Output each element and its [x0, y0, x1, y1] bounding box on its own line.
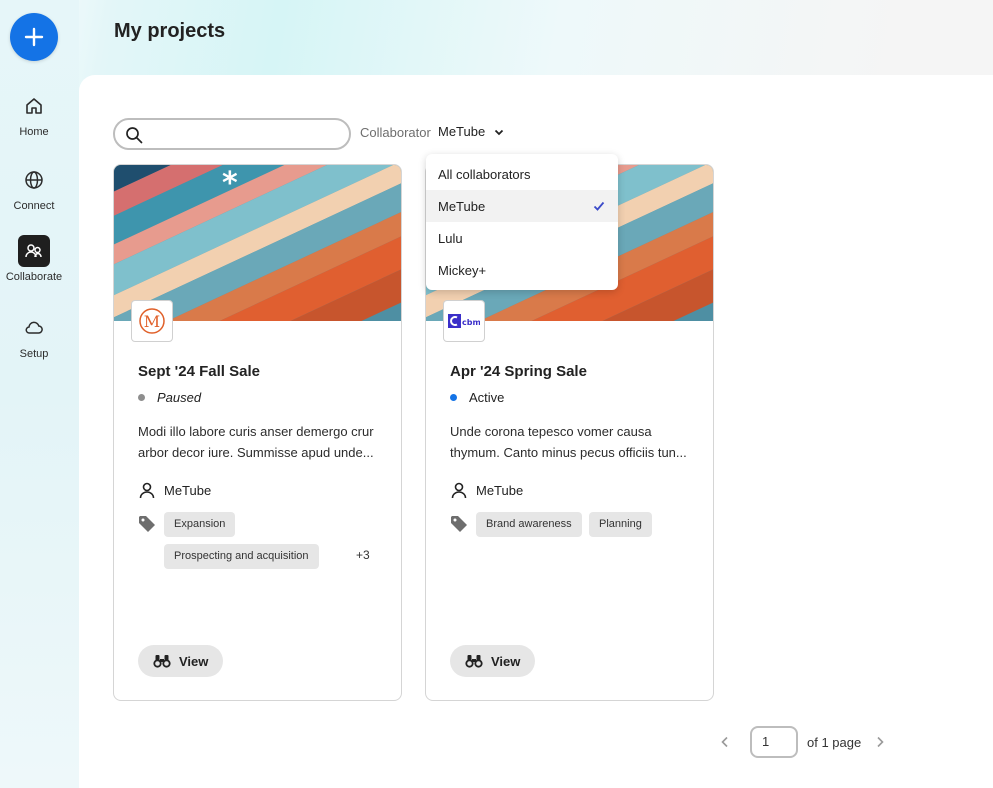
sidebar-item-label: Setup [19, 348, 49, 360]
card-cover-image: * [114, 165, 401, 321]
dropdown-option-all[interactable]: All collaborators [426, 158, 618, 190]
tag: Planning [589, 512, 652, 537]
card-description: Modi illo labore curis anser demergo cru… [138, 424, 374, 460]
sidebar-item-setup[interactable]: Setup [0, 312, 68, 360]
chevron-left-icon[interactable] [720, 736, 730, 748]
sidebar-item-home[interactable]: Home [0, 90, 68, 138]
dropdown-option-mickey[interactable]: Mickey+ [426, 254, 618, 286]
globe-icon [18, 164, 50, 196]
collaborator-label: Collaborator [360, 125, 431, 140]
plus-icon [24, 27, 44, 47]
search-input[interactable] [113, 118, 351, 150]
home-icon [18, 90, 50, 122]
view-label: View [179, 653, 209, 669]
brand-logo-text: cbm [462, 318, 480, 327]
brand-logo: M [131, 300, 173, 342]
brand-logo: cbm [443, 300, 485, 342]
pagination: 1 of 1 page [720, 726, 885, 758]
search-icon [126, 127, 143, 144]
sidebar: Home Connect Collaborate Setup [0, 0, 79, 788]
view-button[interactable]: View [138, 645, 224, 677]
sidebar-item-label: Home [19, 126, 49, 138]
status-text: Active [469, 390, 505, 405]
option-label: Mickey+ [438, 262, 487, 278]
sidebar-item-label: Collaborate [5, 271, 63, 283]
view-button[interactable]: View [450, 645, 536, 677]
option-label: MeTube [438, 198, 486, 214]
brand-logo-letter: M [144, 312, 160, 331]
chevron-down-icon [495, 129, 504, 135]
tag: Expansion [164, 512, 236, 537]
collaborator-dropdown-menu: All collaborators MeTube Lulu Mickey+ [426, 154, 618, 290]
tag-icon [139, 516, 155, 532]
dropdown-option-metube[interactable]: MeTube [426, 190, 618, 222]
sidebar-item-connect[interactable]: Connect [0, 164, 68, 212]
card-description: Unde corona tepesco vomer causa thymum. … [450, 424, 687, 460]
status-badge: Active [450, 390, 504, 405]
view-label: View [491, 653, 521, 669]
tag: Brand awareness [476, 512, 582, 537]
chevron-right-icon[interactable] [875, 736, 885, 748]
card-owner: MeTube [450, 481, 523, 499]
owner-name: MeTube [476, 482, 524, 498]
more-tags-count[interactable]: +3 [356, 548, 370, 562]
card-title: Sept '24 Fall Sale [138, 363, 260, 380]
page-total: of 1 page [807, 734, 862, 750]
status-badge: Paused [138, 390, 201, 405]
dropdown-option-lulu[interactable]: Lulu [426, 222, 618, 254]
owner-name: MeTube [164, 482, 212, 498]
project-card: * M Sept '24 Fall Sale Paused Modi illo … [113, 164, 402, 701]
sidebar-item-collaborate[interactable]: Collaborate [0, 235, 68, 283]
svg-text:*: * [222, 166, 238, 201]
cloud-icon [18, 312, 50, 344]
sidebar-item-label: Connect [13, 200, 55, 212]
option-label: All collaborators [438, 166, 531, 182]
checkmark-icon [593, 201, 605, 211]
status-dot [450, 394, 457, 401]
user-icon [451, 482, 467, 499]
status-text: Paused [157, 390, 202, 405]
binoculars-icon [153, 655, 171, 668]
tag-icon [451, 516, 467, 532]
collaborator-picker[interactable]: MeTube [438, 124, 505, 139]
collaborate-icon [18, 235, 50, 267]
page-number-input[interactable]: 1 [750, 726, 798, 758]
binoculars-icon [465, 655, 483, 668]
create-button[interactable] [10, 13, 58, 61]
card-title: Apr '24 Spring Sale [450, 363, 587, 380]
collaborator-value: MeTube [438, 124, 486, 139]
status-dot [138, 394, 145, 401]
option-label: Lulu [438, 230, 463, 246]
tag: Prospecting and acquisition [164, 544, 319, 569]
page-title: My projects [114, 20, 226, 42]
user-icon [139, 482, 155, 499]
card-owner: MeTube [138, 481, 211, 499]
